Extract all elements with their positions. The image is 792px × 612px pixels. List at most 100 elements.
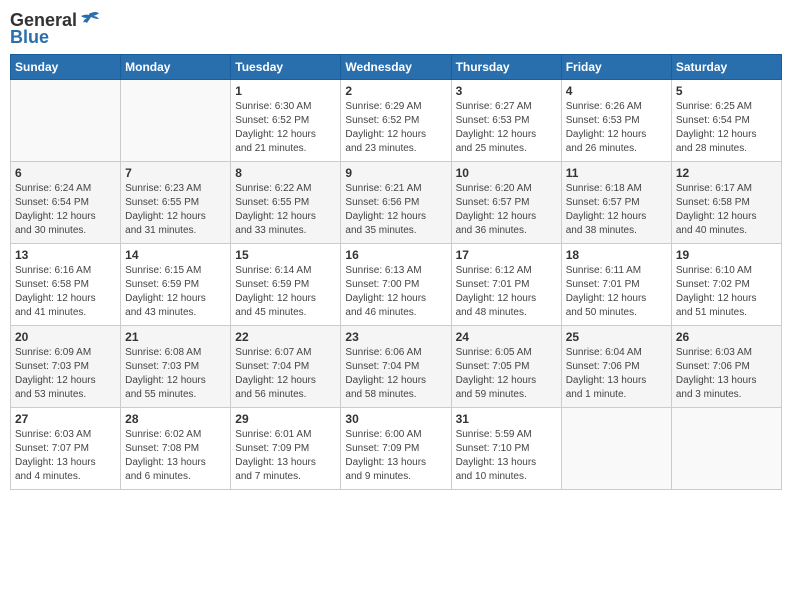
page-header: General Blue <box>10 10 782 48</box>
calendar-cell: 29 Sunrise: 6:01 AM Sunset: 7:09 PM Dayli… <box>231 408 341 490</box>
day-info: Sunrise: 6:24 AM Sunset: 6:54 PM Dayligh… <box>15 182 116 238</box>
calendar-cell: 10 Sunrise: 6:20 AM Sunset: 6:57 PM Dayli… <box>451 162 561 244</box>
calendar-cell: 9 Sunrise: 6:21 AM Sunset: 6:56 PM Daylig… <box>341 162 451 244</box>
day-number: 14 <box>125 248 226 262</box>
calendar-cell: 21 Sunrise: 6:08 AM Sunset: 7:03 PM Dayli… <box>121 326 231 408</box>
weekday-header-tuesday: Tuesday <box>231 55 341 80</box>
day-info: Sunrise: 6:07 AM Sunset: 7:04 PM Dayligh… <box>235 346 336 402</box>
calendar-week-2: 6 Sunrise: 6:24 AM Sunset: 6:54 PM Daylig… <box>11 162 782 244</box>
weekday-header-sunday: Sunday <box>11 55 121 80</box>
day-number: 26 <box>676 330 777 344</box>
day-info: Sunrise: 6:30 AM Sunset: 6:52 PM Dayligh… <box>235 100 336 156</box>
logo: General Blue <box>10 10 101 48</box>
day-info: Sunrise: 6:03 AM Sunset: 7:06 PM Dayligh… <box>676 346 777 402</box>
day-info: Sunrise: 6:20 AM Sunset: 6:57 PM Dayligh… <box>456 182 557 238</box>
calendar-cell: 18Sunrise: 6:11 AM Sunset: 7:01 PM Dayli… <box>561 244 671 326</box>
calendar-cell <box>121 80 231 162</box>
day-number: 19 <box>676 248 777 262</box>
day-info: Sunrise: 6:02 AM Sunset: 7:08 PM Dayligh… <box>125 428 226 484</box>
calendar-cell: 17 Sunrise: 6:12 AM Sunset: 7:01 PM Dayli… <box>451 244 561 326</box>
day-number: 15 <box>235 248 336 262</box>
calendar-cell: 16 Sunrise: 6:13 AM Sunset: 7:00 PM Dayli… <box>341 244 451 326</box>
day-number: 6 <box>15 166 116 180</box>
day-number: 4 <box>566 84 667 98</box>
day-info: Sunrise: 6:08 AM Sunset: 7:03 PM Dayligh… <box>125 346 226 402</box>
calendar-cell: 2 Sunrise: 6:29 AM Sunset: 6:52 PM Daylig… <box>341 80 451 162</box>
calendar-cell: 1 Sunrise: 6:30 AM Sunset: 6:52 PM Daylig… <box>231 80 341 162</box>
calendar-cell: 19Sunrise: 6:10 AM Sunset: 7:02 PM Dayli… <box>671 244 781 326</box>
day-number: 20 <box>15 330 116 344</box>
day-number: 24 <box>456 330 557 344</box>
day-info: Sunrise: 6:14 AM Sunset: 6:59 PM Dayligh… <box>235 264 336 320</box>
day-info: Sunrise: 6:22 AM Sunset: 6:55 PM Dayligh… <box>235 182 336 238</box>
day-number: 28 <box>125 412 226 426</box>
day-number: 13 <box>15 248 116 262</box>
calendar-cell: 22 Sunrise: 6:07 AM Sunset: 7:04 PM Dayli… <box>231 326 341 408</box>
calendar-cell: 25Sunrise: 6:04 AM Sunset: 7:06 PM Dayli… <box>561 326 671 408</box>
day-info: Sunrise: 6:12 AM Sunset: 7:01 PM Dayligh… <box>456 264 557 320</box>
day-number: 5 <box>676 84 777 98</box>
day-number: 22 <box>235 330 336 344</box>
day-number: 30 <box>345 412 446 426</box>
day-info: Sunrise: 6:00 AM Sunset: 7:09 PM Dayligh… <box>345 428 446 484</box>
day-number: 1 <box>235 84 336 98</box>
day-info: Sunrise: 6:26 AM Sunset: 6:53 PM Dayligh… <box>566 100 667 156</box>
day-number: 27 <box>15 412 116 426</box>
logo-bird-icon <box>79 11 101 29</box>
day-number: 18 <box>566 248 667 262</box>
day-info: Sunrise: 6:27 AM Sunset: 6:53 PM Dayligh… <box>456 100 557 156</box>
calendar-cell <box>671 408 781 490</box>
day-info: Sunrise: 6:09 AM Sunset: 7:03 PM Dayligh… <box>15 346 116 402</box>
calendar-cell: 6 Sunrise: 6:24 AM Sunset: 6:54 PM Daylig… <box>11 162 121 244</box>
calendar-cell: 26 Sunrise: 6:03 AM Sunset: 7:06 PM Dayli… <box>671 326 781 408</box>
day-info: Sunrise: 6:25 AM Sunset: 6:54 PM Dayligh… <box>676 100 777 156</box>
calendar-cell: 30 Sunrise: 6:00 AM Sunset: 7:09 PM Dayli… <box>341 408 451 490</box>
calendar-week-1: 1 Sunrise: 6:30 AM Sunset: 6:52 PM Daylig… <box>11 80 782 162</box>
calendar-cell: 12 Sunrise: 6:17 AM Sunset: 6:58 PM Dayli… <box>671 162 781 244</box>
day-info: Sunrise: 6:13 AM Sunset: 7:00 PM Dayligh… <box>345 264 446 320</box>
weekday-header-friday: Friday <box>561 55 671 80</box>
calendar-cell <box>11 80 121 162</box>
calendar-cell: 11 Sunrise: 6:18 AM Sunset: 6:57 PM Dayli… <box>561 162 671 244</box>
day-info: Sunrise: 6:17 AM Sunset: 6:58 PM Dayligh… <box>676 182 777 238</box>
weekday-header-wednesday: Wednesday <box>341 55 451 80</box>
calendar-cell: 27 Sunrise: 6:03 AM Sunset: 7:07 PM Dayli… <box>11 408 121 490</box>
header-row: SundayMondayTuesdayWednesdayThursdayFrid… <box>11 55 782 80</box>
day-number: 16 <box>345 248 446 262</box>
calendar-cell: 31Sunrise: 5:59 AM Sunset: 7:10 PM Dayli… <box>451 408 561 490</box>
calendar-cell <box>561 408 671 490</box>
day-number: 9 <box>345 166 446 180</box>
day-number: 21 <box>125 330 226 344</box>
day-number: 7 <box>125 166 226 180</box>
calendar-cell: 15 Sunrise: 6:14 AM Sunset: 6:59 PM Dayli… <box>231 244 341 326</box>
day-number: 17 <box>456 248 557 262</box>
day-number: 3 <box>456 84 557 98</box>
weekday-header-monday: Monday <box>121 55 231 80</box>
day-info: Sunrise: 6:04 AM Sunset: 7:06 PM Dayligh… <box>566 346 667 402</box>
logo-blue: Blue <box>10 27 49 48</box>
day-number: 10 <box>456 166 557 180</box>
day-info: Sunrise: 6:05 AM Sunset: 7:05 PM Dayligh… <box>456 346 557 402</box>
day-info: Sunrise: 6:06 AM Sunset: 7:04 PM Dayligh… <box>345 346 446 402</box>
calendar-cell: 20 Sunrise: 6:09 AM Sunset: 7:03 PM Dayli… <box>11 326 121 408</box>
day-info: Sunrise: 5:59 AM Sunset: 7:10 PM Dayligh… <box>456 428 557 484</box>
calendar-cell: 5 Sunrise: 6:25 AM Sunset: 6:54 PM Daylig… <box>671 80 781 162</box>
day-number: 2 <box>345 84 446 98</box>
day-number: 23 <box>345 330 446 344</box>
weekday-header-saturday: Saturday <box>671 55 781 80</box>
calendar-cell: 23 Sunrise: 6:06 AM Sunset: 7:04 PM Dayli… <box>341 326 451 408</box>
day-number: 11 <box>566 166 667 180</box>
calendar-cell: 8Sunrise: 6:22 AM Sunset: 6:55 PM Daylig… <box>231 162 341 244</box>
day-info: Sunrise: 6:15 AM Sunset: 6:59 PM Dayligh… <box>125 264 226 320</box>
day-info: Sunrise: 6:23 AM Sunset: 6:55 PM Dayligh… <box>125 182 226 238</box>
calendar-table: SundayMondayTuesdayWednesdayThursdayFrid… <box>10 54 782 490</box>
day-number: 12 <box>676 166 777 180</box>
day-info: Sunrise: 6:29 AM Sunset: 6:52 PM Dayligh… <box>345 100 446 156</box>
calendar-week-5: 27 Sunrise: 6:03 AM Sunset: 7:07 PM Dayli… <box>11 408 782 490</box>
day-info: Sunrise: 6:18 AM Sunset: 6:57 PM Dayligh… <box>566 182 667 238</box>
day-number: 29 <box>235 412 336 426</box>
day-info: Sunrise: 6:21 AM Sunset: 6:56 PM Dayligh… <box>345 182 446 238</box>
calendar-week-4: 20 Sunrise: 6:09 AM Sunset: 7:03 PM Dayli… <box>11 326 782 408</box>
day-info: Sunrise: 6:03 AM Sunset: 7:07 PM Dayligh… <box>15 428 116 484</box>
day-info: Sunrise: 6:01 AM Sunset: 7:09 PM Dayligh… <box>235 428 336 484</box>
